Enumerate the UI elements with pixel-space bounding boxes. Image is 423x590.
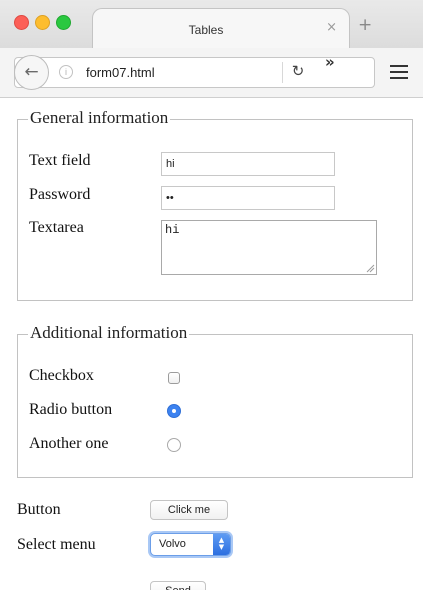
general-information-legend: General information [28,108,171,128]
password-label: Password [29,186,91,203]
tab-tables[interactable]: Tables × [92,8,350,48]
resize-grip-icon[interactable] [366,264,375,273]
tab-title: Tables [188,23,224,37]
click-me-button[interactable]: Click me [150,500,228,520]
url-text[interactable]: form07.html [86,65,155,80]
another-one-label: Another one [29,435,109,452]
radio-button-label: Radio button [29,401,113,418]
select-stepper-icon: ▲ ▼ [213,534,230,555]
browser-titlebar: Tables × + [0,0,423,48]
radio-button-selected[interactable] [167,404,181,418]
reload-icon[interactable]: ↻ [287,62,309,80]
text-field-label: Text field [29,152,91,169]
hamburger-menu-icon[interactable] [390,65,408,80]
send-button[interactable]: Send [150,581,206,590]
textarea-input[interactable]: hi [161,220,377,275]
checkbox-label: Checkbox [29,367,94,384]
password-input[interactable]: •• [161,186,335,210]
browser-navbar: ← i form07.html ↻ » [0,48,423,98]
zoom-window-button[interactable] [56,15,71,30]
new-tab-icon[interactable]: + [358,17,372,34]
close-window-button[interactable] [14,15,29,30]
overflow-chevron-icon[interactable]: » [325,53,335,71]
button-label: Button [17,501,61,518]
select-menu-label: Select menu [17,536,96,553]
textarea-label: Textarea [29,219,84,236]
back-arrow-icon[interactable]: ← [14,55,49,90]
checkbox[interactable] [168,372,180,384]
additional-information-legend: Additional information [28,323,190,343]
tab-close-icon[interactable]: × [326,20,337,35]
address-bar[interactable]: ← i form07.html ↻ [14,55,375,90]
select-menu-value: Volvo [159,538,186,550]
text-field-input[interactable]: hi [161,152,335,176]
radio-button-another[interactable] [167,438,181,452]
info-icon[interactable]: i [59,65,73,79]
address-bar-divider [282,62,283,83]
minimize-window-button[interactable] [35,15,50,30]
select-menu[interactable]: Volvo ▲ ▼ [150,533,231,556]
textarea-value: hi [165,223,180,237]
